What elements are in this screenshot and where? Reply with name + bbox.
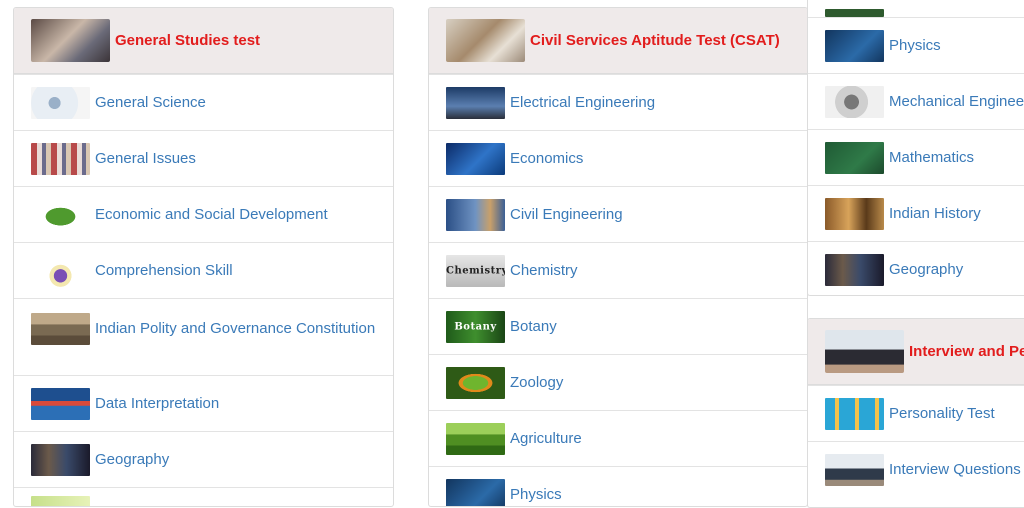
partial-thumbnail-image: [31, 496, 90, 506]
topic-general-science[interactable]: General Science: [14, 74, 393, 130]
topic-label: Mathematics: [889, 149, 975, 166]
mechanical-sketch-image: [825, 85, 884, 118]
botany-thumb-text: Botany: [454, 321, 497, 332]
science-sketch-image: [31, 86, 90, 119]
topic-label: Geography: [95, 451, 170, 468]
topic-label: General Issues: [95, 150, 196, 167]
csat-panel: Civil Services Aptitude Test (CSAT) Elec…: [428, 7, 808, 507]
topic-label: Civil Engineering: [510, 206, 623, 223]
interview-panel: Interview and Personality Personality Te…: [807, 318, 1024, 508]
topic-label: Interview Questions: [889, 461, 1021, 478]
interview-header: Interview and Personality: [808, 319, 1024, 385]
physics-board-image: [446, 478, 505, 506]
topic-indian-history[interactable]: Indian History: [808, 185, 1024, 241]
topic-chemistry[interactable]: Chemistry Chemistry: [429, 242, 807, 298]
topic-geography[interactable]: Geography: [14, 431, 393, 487]
data-charts-image: [31, 387, 90, 420]
topic-general-issues[interactable]: General Issues: [14, 130, 393, 186]
civil-engineer-image: [446, 198, 505, 231]
topic-mechanical-engineering[interactable]: Mechanical Engineering: [808, 73, 1024, 129]
topic-economic-social-development[interactable]: Economic and Social Development: [14, 186, 393, 242]
topic-indian-polity[interactable]: Indian Polity and Governance Constitutio…: [14, 298, 393, 375]
topic-zoology[interactable]: Zoology: [429, 354, 807, 410]
frog-image: [446, 366, 505, 399]
history-collage-image: [825, 197, 884, 230]
topic-label: Personality Test: [889, 405, 995, 422]
chemistry-thumb-text: Chemistry: [446, 265, 505, 276]
topic-electrical-engineering[interactable]: Electrical Engineering: [429, 74, 807, 130]
topic-physics[interactable]: Physics: [808, 17, 1024, 73]
topic-label: Geography: [889, 261, 964, 278]
topic-civil-engineering[interactable]: Civil Engineering: [429, 186, 807, 242]
csat-header: Civil Services Aptitude Test (CSAT): [429, 8, 807, 74]
topic-data-interpretation[interactable]: Data Interpretation: [14, 375, 393, 431]
topic-label: Electrical Engineering: [510, 94, 656, 111]
topic-interview-questions[interactable]: Interview Questions: [808, 441, 1024, 497]
topic-mathematics[interactable]: Mathematics: [808, 129, 1024, 185]
topic-label: Botany: [510, 318, 557, 335]
parliament-image: [31, 313, 90, 345]
topic-label: Economic and Social Development: [95, 206, 328, 223]
comprehension-cartoon-image: [31, 254, 90, 287]
topic-label: Indian History: [889, 205, 981, 222]
optional-subjects-panel: Physics Mechanical Engineering Mathemati…: [807, 0, 1024, 296]
students-exam-image: [31, 19, 110, 62]
topic-label: Indian Polity and Governance Constitutio…: [95, 320, 376, 338]
general-studies-header: General Studies test: [14, 8, 393, 74]
topic-personality-test[interactable]: Personality Test: [808, 385, 1024, 441]
topic-comprehension-skill[interactable]: Comprehension Skill: [14, 242, 393, 298]
topic-agriculture[interactable]: Agriculture: [429, 410, 807, 466]
topic-label: Physics: [510, 486, 562, 503]
interview-meeting-image: [825, 453, 884, 486]
topic-label: Comprehension Skill: [95, 262, 233, 279]
topic-label: Agriculture: [510, 430, 582, 447]
geography-collage-image: [31, 443, 90, 476]
topic-geography[interactable]: Geography: [808, 241, 1024, 295]
general-studies-panel: General Studies test General Science Gen…: [13, 7, 394, 507]
interview-panel-image: [825, 330, 904, 373]
geography-collage-image: [825, 253, 884, 286]
botany-image: Botany: [446, 310, 505, 343]
panel-title: General Studies test: [115, 32, 261, 49]
panel-top-partial-row: [808, 0, 1024, 17]
topic-label: General Science: [95, 94, 206, 111]
chalkboard-image: [825, 141, 884, 174]
topic-label: Mechanical Engineering: [889, 93, 1024, 110]
topic-label: Zoology: [510, 374, 564, 391]
topic-label: Physics: [889, 37, 941, 54]
topic-label: Economics: [510, 150, 584, 167]
chemistry-image: Chemistry: [446, 254, 505, 287]
power-lines-image: [446, 86, 505, 119]
green-figure-image: [31, 198, 90, 231]
student-writing-image: [446, 19, 525, 62]
topic-economics[interactable]: Economics: [429, 130, 807, 186]
topic-next-partial[interactable]: [14, 487, 393, 506]
economics-graph-image: [446, 142, 505, 175]
physics-board-image: [825, 29, 884, 62]
crop-field-image: [446, 422, 505, 455]
panel-title: Interview and Personality: [909, 343, 1024, 360]
people-icons-image: [825, 397, 884, 430]
topic-physics[interactable]: Physics: [429, 466, 807, 506]
topic-label: Chemistry: [510, 262, 578, 279]
partial-thumbnail-image: [825, 9, 884, 17]
topic-botany[interactable]: Botany Botany: [429, 298, 807, 354]
newspaper-collage-image: [31, 142, 90, 175]
topic-label: Data Interpretation: [95, 395, 220, 412]
panel-title: Civil Services Aptitude Test (CSAT): [530, 32, 780, 49]
